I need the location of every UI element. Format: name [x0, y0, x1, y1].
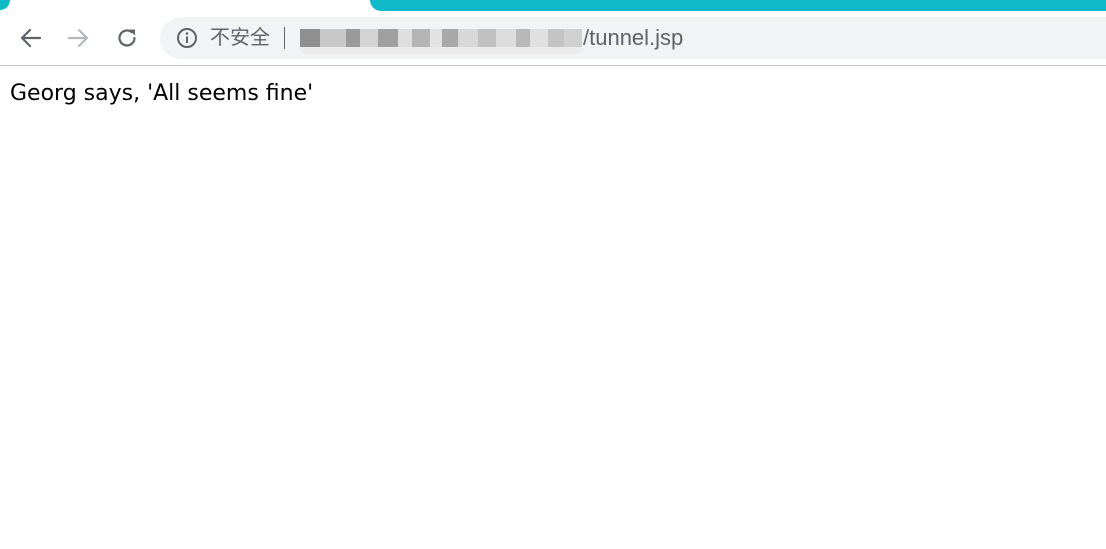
arrow-right-icon [67, 27, 89, 49]
browser-toolbar: 不安全 /tunnel.jsp [0, 11, 1106, 66]
info-icon[interactable] [176, 27, 198, 49]
url-host-redacted [300, 26, 582, 56]
forward-button[interactable] [63, 23, 93, 53]
back-button[interactable] [16, 23, 46, 53]
page-message: Georg says, 'All seems fine' [10, 81, 314, 106]
security-label[interactable]: 不安全 [210, 27, 270, 49]
address-bar[interactable]: 不安全 /tunnel.jsp [160, 17, 1106, 59]
reload-button[interactable] [112, 23, 142, 53]
browser-window: 不安全 /tunnel.jsp Georg says, 'All seems f… [0, 0, 1106, 549]
tab-strip-accent [370, 0, 1106, 11]
url-path[interactable]: /tunnel.jsp [583, 26, 683, 50]
reload-icon [116, 27, 138, 49]
arrow-left-icon [20, 27, 42, 49]
tab-strip-accent-left [0, 0, 10, 10]
omnibox-divider [284, 27, 285, 49]
